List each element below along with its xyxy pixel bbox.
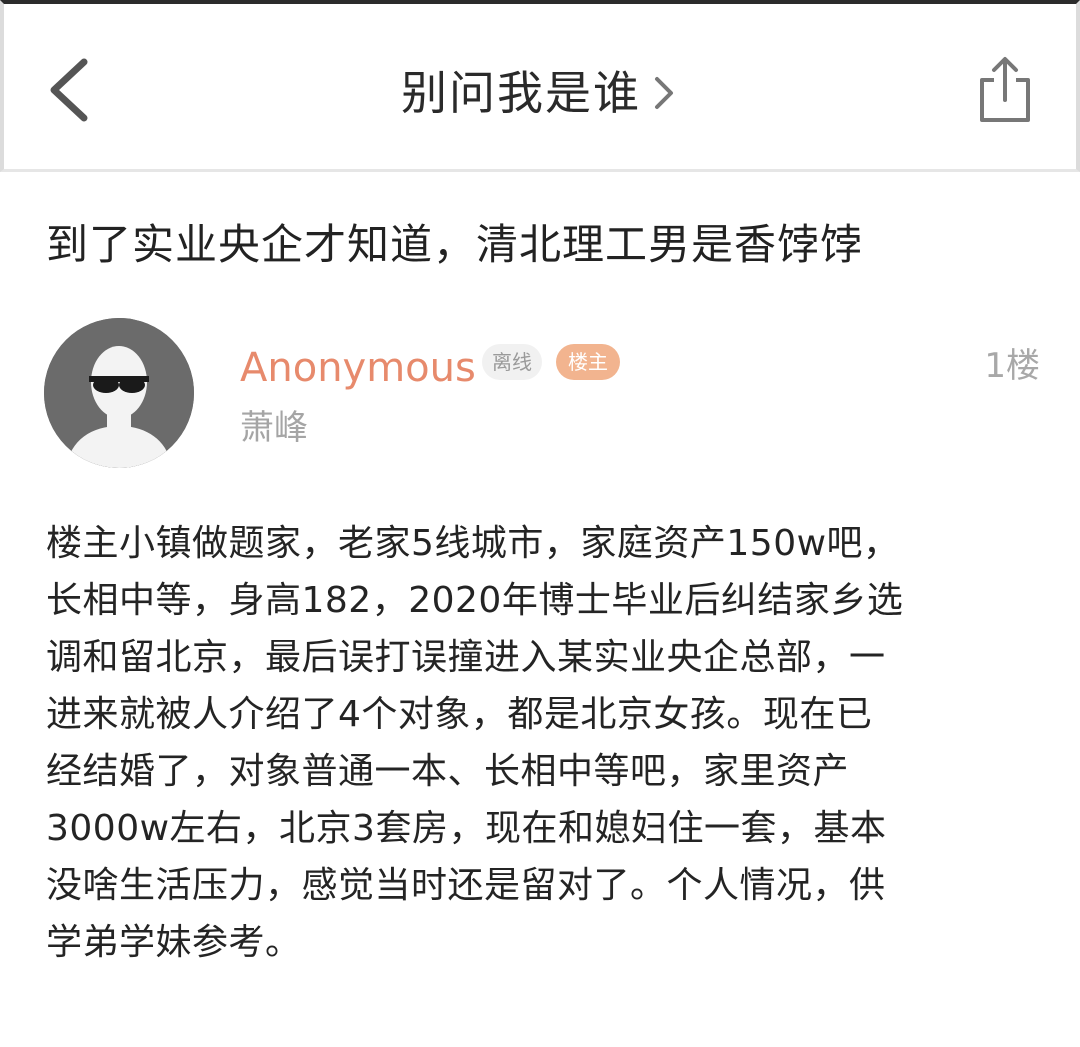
chevron-right-icon <box>649 69 679 117</box>
op-badge: 楼主 <box>556 344 620 380</box>
floor-number: 1楼 <box>984 346 1040 386</box>
board-title-link[interactable]: 别问我是谁 <box>4 60 1076 130</box>
body-line: 经结婚了，对象普通一本、长相中等吧，家里资产 <box>46 751 850 792</box>
post-body: 楼主小镇做题家，老家5线城市，家庭资产150w吧， 长相中等，身高182，202… <box>46 515 1036 971</box>
body-line: 没啥生活压力，感觉当时还是留对了。个人情况，供 <box>46 865 886 906</box>
share-button[interactable] <box>974 54 1036 128</box>
author-subtitle: 萧峰 <box>240 408 308 448</box>
top-navigation-bar: 别问我是谁 <box>0 0 1080 172</box>
avatar[interactable] <box>44 318 194 468</box>
share-icon <box>980 57 1030 122</box>
body-line: 进来就被人介绍了4个对象，都是北京女孩。现在已 <box>46 694 873 735</box>
body-line: 长相中等，身高182，2020年博士毕业后纠结家乡选 <box>46 580 904 621</box>
page-title: 别问我是谁 <box>401 66 641 120</box>
anonymous-avatar-icon <box>44 318 194 468</box>
body-line: 楼主小镇做题家，老家5线城市，家庭资产150w吧， <box>46 523 900 564</box>
body-line: 学弟学妹参考。 <box>46 922 302 963</box>
body-line: 调和留北京，最后误打误撞进入某实业央企总部，一 <box>46 637 886 678</box>
body-line: 3000w左右，北京3套房，现在和媳妇住一套，基本 <box>46 808 887 849</box>
author-row: Anonymous 离线 楼主 1楼 萧峰 <box>44 318 1044 470</box>
post-title: 到了实业央企才知道，清北理工男是香饽饽 <box>46 220 864 269</box>
author-name[interactable]: Anonymous <box>240 342 476 394</box>
status-badge: 离线 <box>482 344 542 380</box>
